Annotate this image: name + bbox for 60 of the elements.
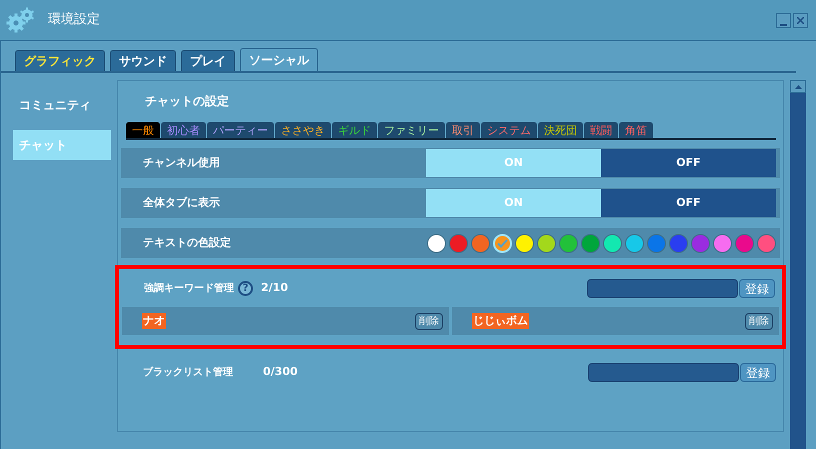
scroll-up-button[interactable] [790, 80, 806, 93]
off-option[interactable]: OFF [601, 149, 776, 177]
chat-tab[interactable]: 戦闘 [584, 122, 618, 138]
keyword-text: ナオ [142, 312, 166, 330]
off-option[interactable]: OFF [601, 189, 776, 217]
setting-label: テキストの色設定 [143, 234, 231, 251]
chat-tab[interactable]: 角笛 [619, 122, 653, 138]
sidebar-item[interactable]: コミュニティ [13, 90, 111, 120]
register-button[interactable]: 登録 [739, 278, 775, 298]
help-icon[interactable]: ? [238, 280, 253, 296]
delete-button[interactable]: 削除 [745, 312, 773, 330]
close-button[interactable] [793, 12, 808, 28]
chat-tab[interactable]: ささやき [275, 122, 331, 138]
color-swatch[interactable] [515, 234, 534, 252]
minimize-button[interactable] [776, 12, 791, 28]
section-title: チャットの設定 [145, 93, 230, 110]
chat-tab[interactable]: ファミリー [378, 122, 445, 138]
count-text: 2/10 [261, 280, 288, 296]
section-label: 強調キーワード管理 [144, 281, 234, 296]
color-swatch[interactable] [713, 234, 732, 252]
color-swatch[interactable] [449, 234, 468, 252]
tab[interactable]: サウンド [110, 50, 176, 71]
delete-button[interactable]: 削除 [415, 312, 443, 330]
chat-tab[interactable]: パーティー [207, 122, 274, 138]
color-swatch[interactable] [757, 234, 776, 252]
chat-tab[interactable]: システム [481, 122, 537, 138]
section-label: ブラックリスト管理 [143, 366, 233, 380]
window-title: 環境設定 [48, 11, 100, 30]
count-text: 0/300 [263, 364, 298, 380]
color-swatch[interactable] [427, 234, 446, 252]
tab[interactable]: ソーシャル [240, 48, 318, 71]
gears-icon [6, 7, 36, 33]
setting-label: チャンネル使用 [143, 154, 220, 171]
color-swatch[interactable] [735, 234, 754, 252]
color-swatch[interactable] [625, 234, 644, 252]
color-swatch[interactable] [647, 234, 666, 252]
color-swatch[interactable] [559, 234, 578, 252]
tab[interactable]: グラフィック [15, 50, 105, 71]
register-button[interactable]: 登録 [740, 362, 776, 382]
keyword-text: じじぃボム [472, 312, 529, 330]
chat-tab[interactable]: 取引 [446, 122, 480, 138]
chat-tab[interactable]: 初心者 [161, 122, 206, 138]
chat-tab[interactable]: ギルド [332, 122, 377, 138]
color-swatch[interactable] [691, 234, 710, 252]
chat-tab[interactable]: 決死団 [538, 122, 583, 138]
color-swatch[interactable] [603, 234, 622, 252]
color-swatch[interactable] [471, 234, 490, 252]
setting-label: 全体タブに表示 [143, 194, 220, 211]
close-icon [797, 16, 804, 24]
color-swatch[interactable] [669, 234, 688, 252]
color-swatch[interactable] [581, 234, 600, 252]
minimize-icon [780, 24, 787, 26]
check-icon [497, 238, 508, 248]
chat-tab[interactable]: 一般 [126, 122, 160, 138]
scrollbar[interactable] [790, 80, 806, 449]
keyword-field[interactable] [588, 362, 739, 382]
color-swatch[interactable] [537, 234, 556, 252]
keyword-field[interactable] [587, 278, 738, 298]
up-arrow-icon [794, 84, 802, 88]
tab[interactable]: プレイ [181, 50, 235, 71]
